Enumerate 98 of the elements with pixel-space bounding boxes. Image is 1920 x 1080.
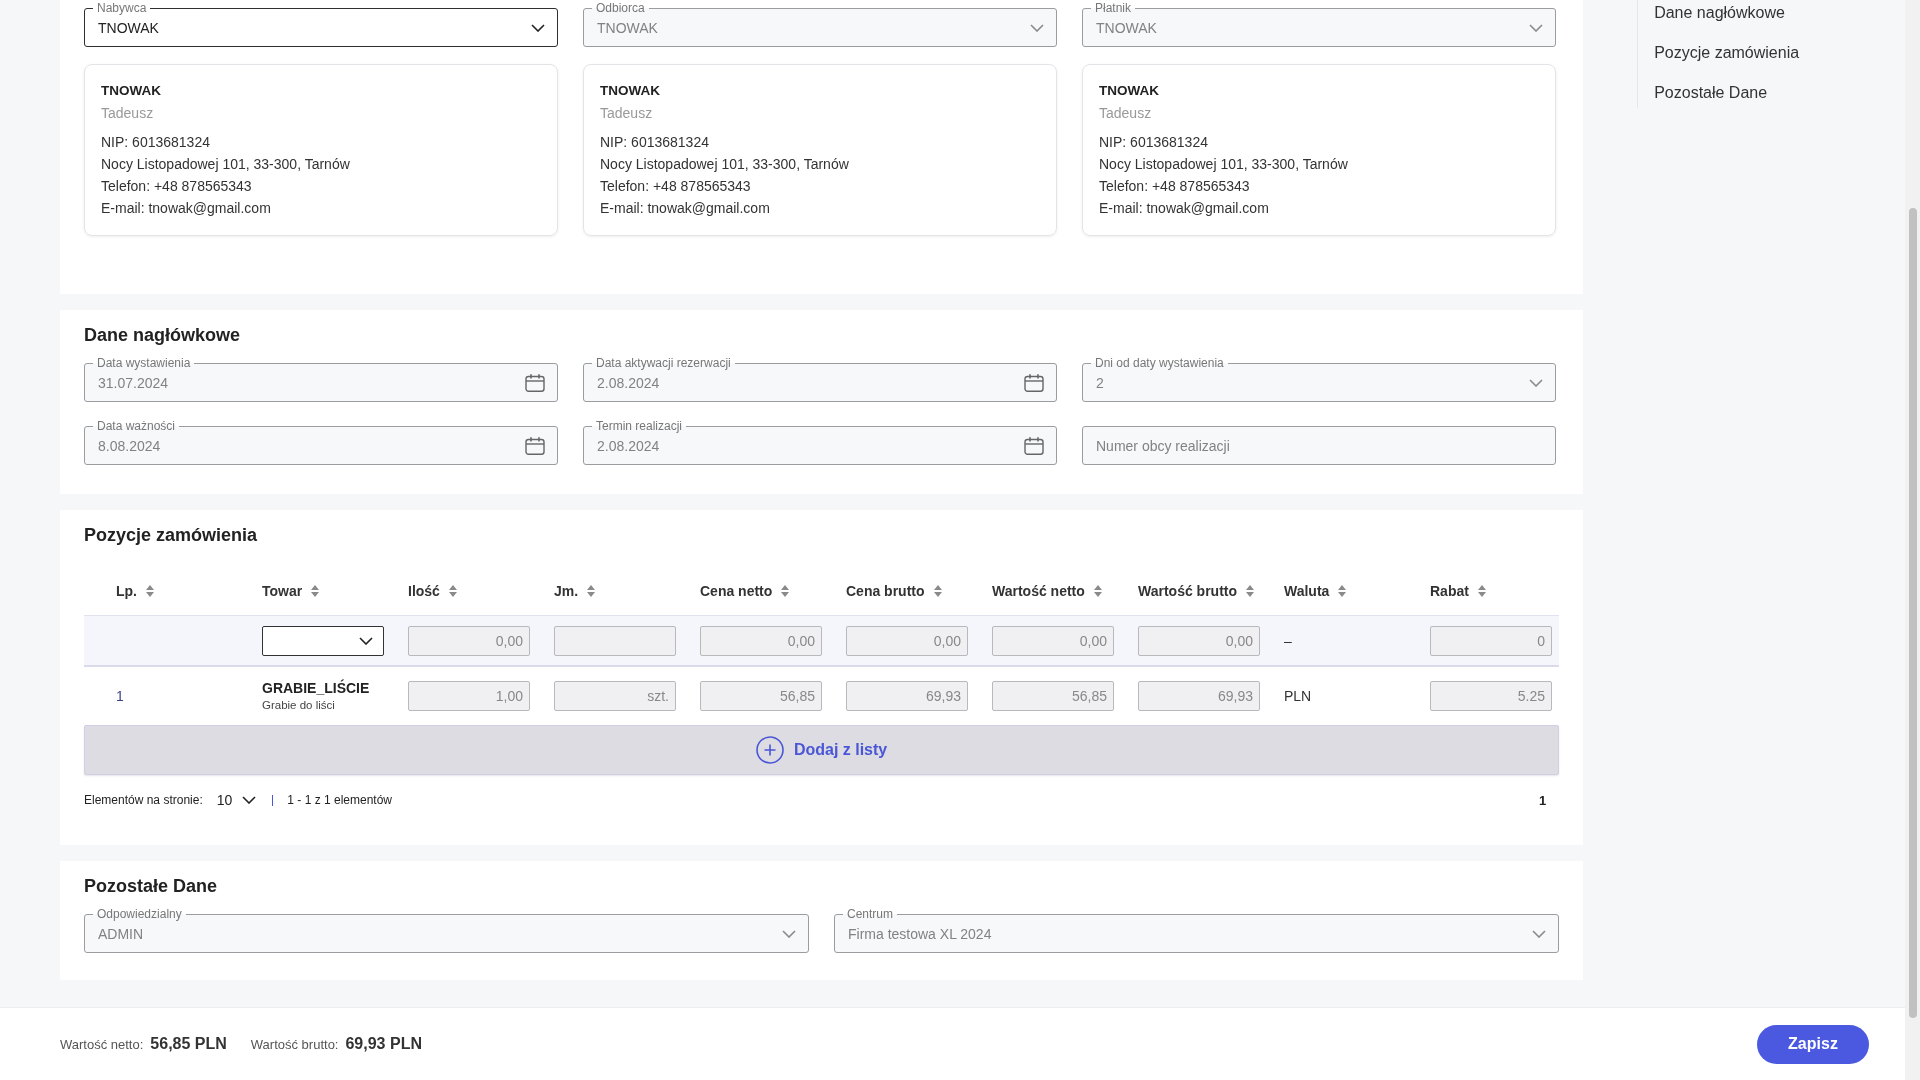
column-header[interactable]: Lp. (116, 583, 154, 599)
contact-name: TNOWAK (101, 82, 162, 100)
field-label: Odbiorca (592, 1, 649, 15)
sort-icon (781, 585, 790, 597)
section-title: Pozycje zamówienia (84, 524, 259, 546)
calendar-icon (1024, 436, 1044, 455)
input-field[interactable]: 0,00 (846, 625, 968, 656)
calendar-icon (525, 436, 545, 455)
contact-first-name: Tadeusz (600, 104, 654, 123)
plus-circle-icon (755, 736, 784, 764)
input-field[interactable]: 69,93 (1138, 680, 1260, 711)
total-label: Wartość netto: (60, 1037, 144, 1052)
nav-link[interactable]: Pozostałe Dane (1638, 80, 1768, 106)
chevron-down-icon (359, 636, 373, 645)
calendar-icon (1024, 373, 1044, 392)
input-field[interactable]: 0,00 (992, 625, 1114, 656)
chevron-down-icon (1529, 23, 1543, 32)
sort-icon (311, 585, 320, 597)
column-header[interactable]: Rabat (1430, 583, 1486, 599)
chevron-down-icon (531, 23, 545, 32)
input-field[interactable]: 0,00 (700, 625, 822, 656)
input-field[interactable]: 56,85 (700, 680, 822, 711)
chevron-down-icon (1030, 23, 1044, 32)
page-range: 1 - 1 z 1 elementów (287, 793, 393, 807)
sort-icon (146, 585, 154, 597)
total-value: 69,93 PLN (345, 1035, 422, 1053)
field-label: Data aktywacji rezerwacji (592, 356, 735, 370)
sort-icon (1477, 585, 1486, 597)
table-text: – (1284, 632, 1292, 649)
input-field[interactable]: szt. (554, 680, 676, 711)
chevron-down-icon (242, 796, 257, 804)
field-label: Data ważności (93, 419, 180, 433)
contact-first-name: Tadeusz (1099, 104, 1153, 123)
field-label: Nabywca (93, 1, 151, 15)
contact-name: TNOWAK (600, 82, 661, 100)
page-link[interactable]: 1 (1538, 792, 1547, 808)
column-header[interactable]: Waluta (1284, 583, 1347, 599)
product-name: GRABIE_LIŚCIE (262, 678, 370, 697)
input-field[interactable]: 5.25 (1430, 680, 1552, 711)
contact-name: TNOWAK (1099, 82, 1160, 100)
contact-detail: Telefon: +48 878565343 (600, 177, 752, 196)
field-label: Data wystawienia (93, 356, 195, 370)
nav-link[interactable]: Dane nagłówkowe (1638, 0, 1785, 26)
input-field[interactable]: 69,93 (846, 680, 968, 711)
section-title: Pozostałe Dane (84, 875, 219, 897)
contact-detail: E-mail: tnowak@gmail.com (101, 199, 272, 218)
contact-detail: Nocy Listopadowej 101, 33-300, Tarnów (1099, 155, 1349, 174)
table-text: 1 (116, 687, 124, 704)
contact-detail: E-mail: tnowak@gmail.com (600, 199, 771, 218)
contact-detail: NIP: 6013681324 (1099, 133, 1209, 152)
contact-detail: Nocy Listopadowej 101, 33-300, Tarnów (101, 155, 351, 174)
sort-icon (1246, 585, 1255, 597)
total-label: Wartość brutto: (250, 1037, 339, 1052)
contact-detail: NIP: 6013681324 (101, 133, 211, 152)
contact-first-name: Tadeusz (101, 104, 155, 123)
input-field[interactable]: 0 (1430, 625, 1552, 656)
table-text: PLN (1284, 687, 1312, 704)
contact-detail: Telefon: +48 878565343 (101, 177, 253, 196)
sort-icon (587, 585, 596, 597)
page-size-dropdown[interactable]: 10 (216, 792, 257, 808)
field-label: Dni od daty wystawienia (1091, 356, 1228, 370)
contact-detail: E-mail: tnowak@gmail.com (1099, 199, 1270, 218)
input-field[interactable] (554, 625, 676, 656)
input-field[interactable]: 56,85 (992, 680, 1114, 711)
chevron-down-icon (782, 929, 796, 938)
chevron-down-icon (1529, 378, 1543, 387)
page-size-label: Elementów na stronie: (84, 793, 203, 807)
sort-icon (448, 585, 457, 597)
field-label: Termin realizacji (592, 419, 687, 433)
column-header[interactable]: Cena brutto (846, 583, 942, 599)
field-label: Płatnik (1091, 1, 1136, 15)
contact-detail: NIP: 6013681324 (600, 133, 710, 152)
field-label: Centrum (843, 907, 897, 921)
scrollbar-thumb[interactable] (1909, 208, 1917, 1018)
add-from-list-button[interactable]: Dodaj z listy (84, 725, 1560, 775)
section-title: Dane nagłówkowe (84, 324, 242, 346)
sort-icon (1093, 585, 1102, 597)
input-field[interactable]: 0,00 (1138, 625, 1260, 656)
dropdown-field[interactable] (262, 625, 384, 656)
column-header[interactable]: Cena netto (700, 583, 790, 599)
contact-detail: Telefon: +48 878565343 (1099, 177, 1251, 196)
total-value: 56,85 PLN (150, 1035, 227, 1053)
sort-icon (933, 585, 942, 597)
chevron-down-icon (1532, 929, 1546, 938)
save-button[interactable]: Zapisz (1757, 1024, 1869, 1064)
nav-link[interactable]: Pozycje zamówienia (1638, 40, 1800, 66)
field-label: Odpowiedzialny (93, 907, 186, 921)
input-field[interactable]: 1,00 (408, 680, 530, 711)
column-header[interactable]: Wartość netto (992, 583, 1102, 599)
column-header[interactable]: Ilość (408, 583, 457, 599)
input-field[interactable]: 0,00 (408, 625, 530, 656)
column-header[interactable]: Towar (262, 583, 320, 599)
contact-detail: Nocy Listopadowej 101, 33-300, Tarnów (600, 155, 850, 174)
sort-icon (1338, 585, 1347, 597)
calendar-icon (525, 373, 545, 392)
column-header[interactable]: Wartość brutto (1138, 583, 1255, 599)
product-description: Grabie do liści (262, 697, 335, 713)
column-header[interactable]: Jm. (554, 583, 596, 599)
